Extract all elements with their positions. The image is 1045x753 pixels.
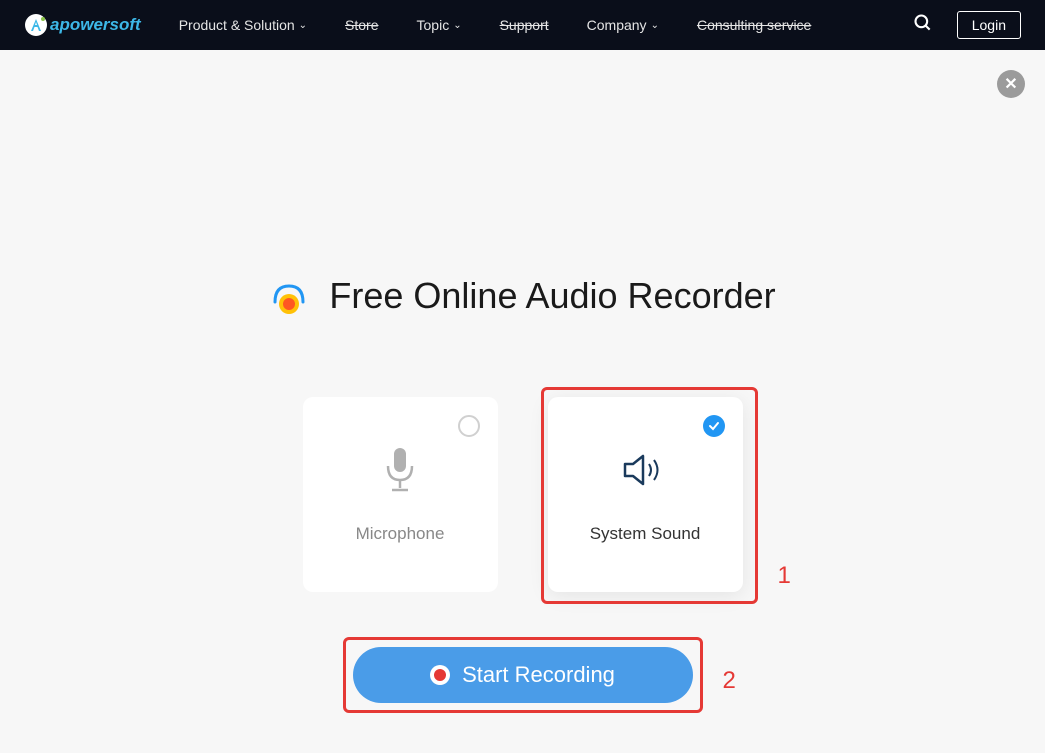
nav-item-company[interactable]: Company ⌄ <box>587 17 659 33</box>
option-label: Microphone <box>356 524 445 544</box>
option-label: System Sound <box>590 524 701 544</box>
nav-item-topic[interactable]: Topic ⌄ <box>417 17 462 33</box>
speaker-icon <box>621 446 669 494</box>
nav-item-support[interactable]: Support <box>500 17 549 33</box>
chevron-down-icon: ⌄ <box>453 20 461 31</box>
main-content: Free Online Audio Recorder Microphone <box>0 50 1045 703</box>
brand-name: apowersoft <box>50 15 141 35</box>
nav-item-product[interactable]: Product & Solution ⌄ <box>179 17 307 33</box>
nav-item-consulting[interactable]: Consulting service <box>697 17 811 33</box>
search-icon[interactable] <box>913 13 933 38</box>
headphone-icon <box>269 276 309 316</box>
options-row: Microphone System Sound 1 <box>303 397 743 592</box>
start-button-label: Start Recording <box>462 662 615 688</box>
annotation-number-2: 2 <box>723 667 736 695</box>
brand-logo-icon <box>24 13 48 37</box>
microphone-icon <box>382 446 418 494</box>
chevron-down-icon: ⌄ <box>299 20 307 31</box>
page-title: Free Online Audio Recorder <box>329 275 775 317</box>
option-microphone[interactable]: Microphone <box>303 397 498 592</box>
check-empty-icon <box>458 415 480 437</box>
page-title-row: Free Online Audio Recorder <box>269 275 775 317</box>
login-button[interactable]: Login <box>957 11 1021 39</box>
navbar: apowersoft Product & Solution ⌄ Store To… <box>0 0 1045 50</box>
nav-right: Login <box>913 11 1021 39</box>
annotation-number-1: 1 <box>778 562 791 590</box>
close-button[interactable]: ✕ <box>997 70 1025 98</box>
check-filled-icon <box>703 415 725 437</box>
nav-item-store[interactable]: Store <box>345 17 378 33</box>
option-system-sound[interactable]: System Sound <box>548 397 743 592</box>
start-recording-button[interactable]: Start Recording <box>353 647 693 703</box>
close-icon: ✕ <box>1004 74 1017 94</box>
chevron-down-icon: ⌄ <box>651 20 659 31</box>
record-icon <box>430 665 450 685</box>
brand-logo[interactable]: apowersoft <box>24 13 141 37</box>
start-button-wrap: Start Recording 2 <box>353 647 693 703</box>
nav-items: Product & Solution ⌄ Store Topic ⌄ Suppo… <box>179 17 905 33</box>
